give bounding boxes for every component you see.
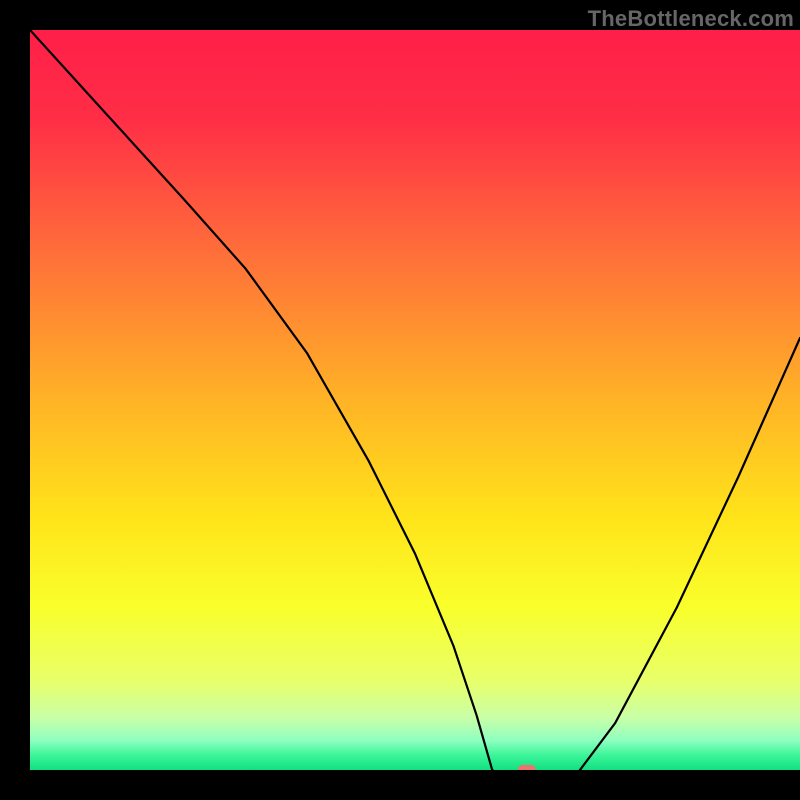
chart-frame: TheBottleneck.com — [0, 0, 800, 800]
bottleneck-curve — [30, 30, 800, 770]
optimal-marker — [517, 765, 535, 770]
curve-path — [30, 30, 800, 770]
plot-area — [30, 30, 800, 770]
watermark-text: TheBottleneck.com — [588, 6, 794, 32]
